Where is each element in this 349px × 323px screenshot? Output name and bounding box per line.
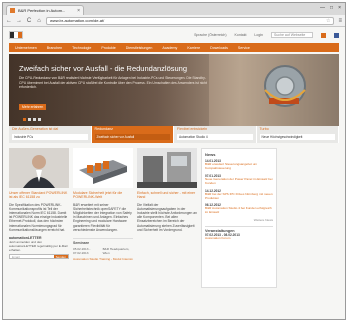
nav-item-academy[interactable]: Academy	[162, 46, 177, 50]
news-item[interactable]: 14.01.2013 B&R erweitert Steuerungsangeb…	[205, 159, 273, 171]
newsletter-email-input[interactable]: Email Senden	[9, 254, 69, 260]
teaser-tab-3[interactable]: Flexibel entwickeln Automation Studio 4	[174, 126, 257, 143]
content-area: Unser offener Standard POWERLINK ist als…	[9, 148, 339, 288]
logo-mark	[9, 31, 23, 39]
nav-item-unternehmen[interactable]: Unternehmen	[15, 46, 37, 50]
reload-button[interactable]: C	[26, 18, 32, 24]
window-controls: — □ ×	[320, 5, 341, 11]
teaser-tab-4[interactable]: Turbo Neue Höchstgeschwindigkeit	[256, 126, 339, 143]
industrial-photo[interactable]	[137, 148, 197, 188]
event-title[interactable]: Automation Forum	[205, 236, 273, 241]
hero-more-button[interactable]: Mehr erfahren	[19, 104, 47, 110]
carousel-dot[interactable]	[23, 118, 26, 121]
seminars-heading: Seminare	[73, 241, 90, 246]
tab-strip: B&R Perfection in Autom... × — □ ×	[3, 3, 345, 15]
more-news-link[interactable]: Weitere News	[205, 218, 273, 222]
seminar-link[interactable]: Automation Studio Training - Modul Inten…	[73, 257, 133, 261]
hero-text: Die CPU-Redundanz von B&R realisiert höc…	[19, 76, 207, 89]
news-item[interactable]: 07.01.2013 Neue Generation der Power Pan…	[205, 174, 273, 186]
nav-item-technologie[interactable]: Technologie	[72, 46, 91, 50]
content-column-2: Modulare Sicherheit jetzt für die POWERL…	[73, 148, 133, 288]
br-logo[interactable]	[9, 31, 23, 39]
contact-link[interactable]: Kontakt	[235, 33, 247, 37]
news-sidebar: News 14.01.2013 B&R erweitert Steuerungs…	[201, 148, 277, 288]
io-module-photo[interactable]	[73, 148, 133, 188]
newsletter-text: Jetzt anmelden und den automationLETTER …	[9, 240, 68, 253]
nav-item-service[interactable]: Service	[238, 46, 250, 50]
nav-item-dienstleistungen[interactable]: Dienstleistungen	[126, 46, 153, 50]
teaser-sub: Neue Höchstgeschwindigkeit	[259, 134, 335, 140]
web-page: Sprache (Österreich) Kontakt Login Suche…	[3, 27, 345, 319]
teaser-heading: Flexibel entwickeln	[177, 127, 208, 131]
address-bar[interactable]: www.br-automation.com/de-at/ ☆	[46, 16, 335, 25]
site-header: Sprache (Österreich) Kontakt Login Suche…	[3, 27, 345, 43]
machine-part-image	[264, 65, 306, 107]
teaser-sub: Industrie PCs	[12, 134, 88, 140]
search-icon[interactable]	[321, 32, 326, 38]
seminars-box: Seminare 05.02.2013 - 07.02.2013 B&R Hea…	[73, 238, 133, 261]
nav-item-branchen[interactable]: Branchen	[47, 46, 62, 50]
teaser-tab-2[interactable]: Redundanz Zweifach sicher vor Ausfall	[91, 126, 174, 143]
browser-menu-button[interactable]: ≡	[338, 18, 342, 24]
content-column-1: Unser offener Standard POWERLINK ist als…	[9, 148, 69, 288]
news-title[interactable]: B&R Automation Studio 4 bei Kunden erfol…	[205, 207, 273, 215]
tab-close-icon[interactable]: ×	[77, 8, 80, 14]
favicon-icon	[10, 8, 15, 13]
teaser-tab-1[interactable]: Die Außen-Generation ist da! Industrie P…	[9, 126, 92, 143]
bookmark-star-icon[interactable]: ☆	[326, 18, 330, 24]
nav-item-downloads[interactable]: Downloads	[210, 46, 228, 50]
nav-item-karriere[interactable]: Karriere	[187, 46, 200, 50]
news-title[interactable]: B&R erweitert Steuerungsangebot um Kompa…	[205, 162, 273, 171]
carousel-dots	[23, 118, 41, 121]
news-title[interactable]: Neue Generation der Power Panel im Einsa…	[205, 177, 273, 186]
news-heading: News	[205, 152, 216, 157]
site-search-input[interactable]: Suche auf Webseite	[271, 32, 313, 38]
social-icon[interactable]	[334, 32, 339, 38]
seminar-row: 05.02.2013 - 07.02.2013 B&R Headquarters…	[73, 247, 130, 256]
events-heading: Veranstaltungen	[205, 226, 273, 233]
newsletter-submit-button[interactable]: Senden	[53, 255, 68, 259]
column-caption[interactable]: Unser offener Standard POWERLINK ist als…	[9, 191, 69, 200]
tab-title: B&R Perfection in Autom...	[18, 8, 66, 13]
event-item[interactable]: 07.02.2013 - 08.02.2013 Automation Forum	[205, 233, 273, 241]
hero-banner[interactable]: Zweifach sicher vor Ausfall - die Redund…	[9, 54, 339, 126]
back-button[interactable]: ←	[6, 18, 12, 24]
browser-tab[interactable]: B&R Perfection in Autom... ×	[6, 5, 84, 15]
home-button[interactable]: ⌂	[36, 18, 42, 24]
column-caption[interactable]: Modulare Sicherheit jetzt für die POWERL…	[73, 191, 133, 200]
teaser-sub: Zweifach sicher vor Ausfall	[94, 134, 170, 140]
close-window-button[interactable]: ×	[338, 5, 341, 11]
main-navigation: Unternehmen Branchen Technologie Produkt…	[9, 43, 339, 52]
maximize-button[interactable]: □	[330, 5, 333, 11]
url-text: www.br-automation.com/de-at/	[50, 18, 105, 23]
teaser-heading: Turbo	[259, 127, 269, 131]
teaser-sub: Automation Studio 4	[177, 134, 253, 140]
carousel-dot[interactable]	[33, 118, 36, 121]
teaser-heading: Die Außen-Generation ist da!	[12, 127, 59, 131]
carousel-dot[interactable]	[38, 118, 41, 121]
language-link[interactable]: Sprache (Österreich)	[194, 33, 226, 37]
browser-toolbar: ← → C ⌂ www.br-automation.com/de-at/ ☆ ≡	[3, 15, 345, 27]
news-item[interactable]: 06.12.2012 B&R Automation Studio 4 bei K…	[205, 203, 273, 215]
nav-item-produkte[interactable]: Produkte	[101, 46, 115, 50]
column-caption[interactable]: Einfach, schnell und sicher - mit einer …	[137, 191, 197, 200]
news-title[interactable]: B&R bei der SPS IPC Drives Nürnberg mit …	[205, 192, 273, 201]
browser-window: B&R Perfection in Autom... × — □ × ← → C…	[2, 2, 346, 320]
forward-button[interactable]: →	[16, 18, 22, 24]
hero-title: Zweifach sicher vor Ausfall - die Redund…	[19, 64, 188, 73]
teaser-heading: Redundanz	[94, 127, 113, 131]
content-column-3: Einfach, schnell und sicher - mit einer …	[137, 148, 197, 288]
person-photo[interactable]	[9, 148, 69, 188]
column-body: Die Vielfalt der Automatisierungsaufgabe…	[137, 202, 197, 232]
column-body: B&R erweitert mit seiner Sicherheitstech…	[73, 202, 132, 232]
teaser-tabs: Die Außen-Generation ist da! Industrie P…	[9, 126, 339, 143]
login-link[interactable]: Login	[254, 33, 263, 37]
column-body: Die Spezifikation des POWERLINK-Kommunik…	[9, 202, 68, 232]
meta-links: Sprache (Österreich) Kontakt Login Suche…	[194, 32, 339, 38]
carousel-dot[interactable]	[28, 118, 31, 121]
news-item[interactable]: 14.12.2012 B&R bei der SPS IPC Drives Nü…	[205, 189, 273, 201]
minimize-button[interactable]: —	[320, 5, 325, 11]
